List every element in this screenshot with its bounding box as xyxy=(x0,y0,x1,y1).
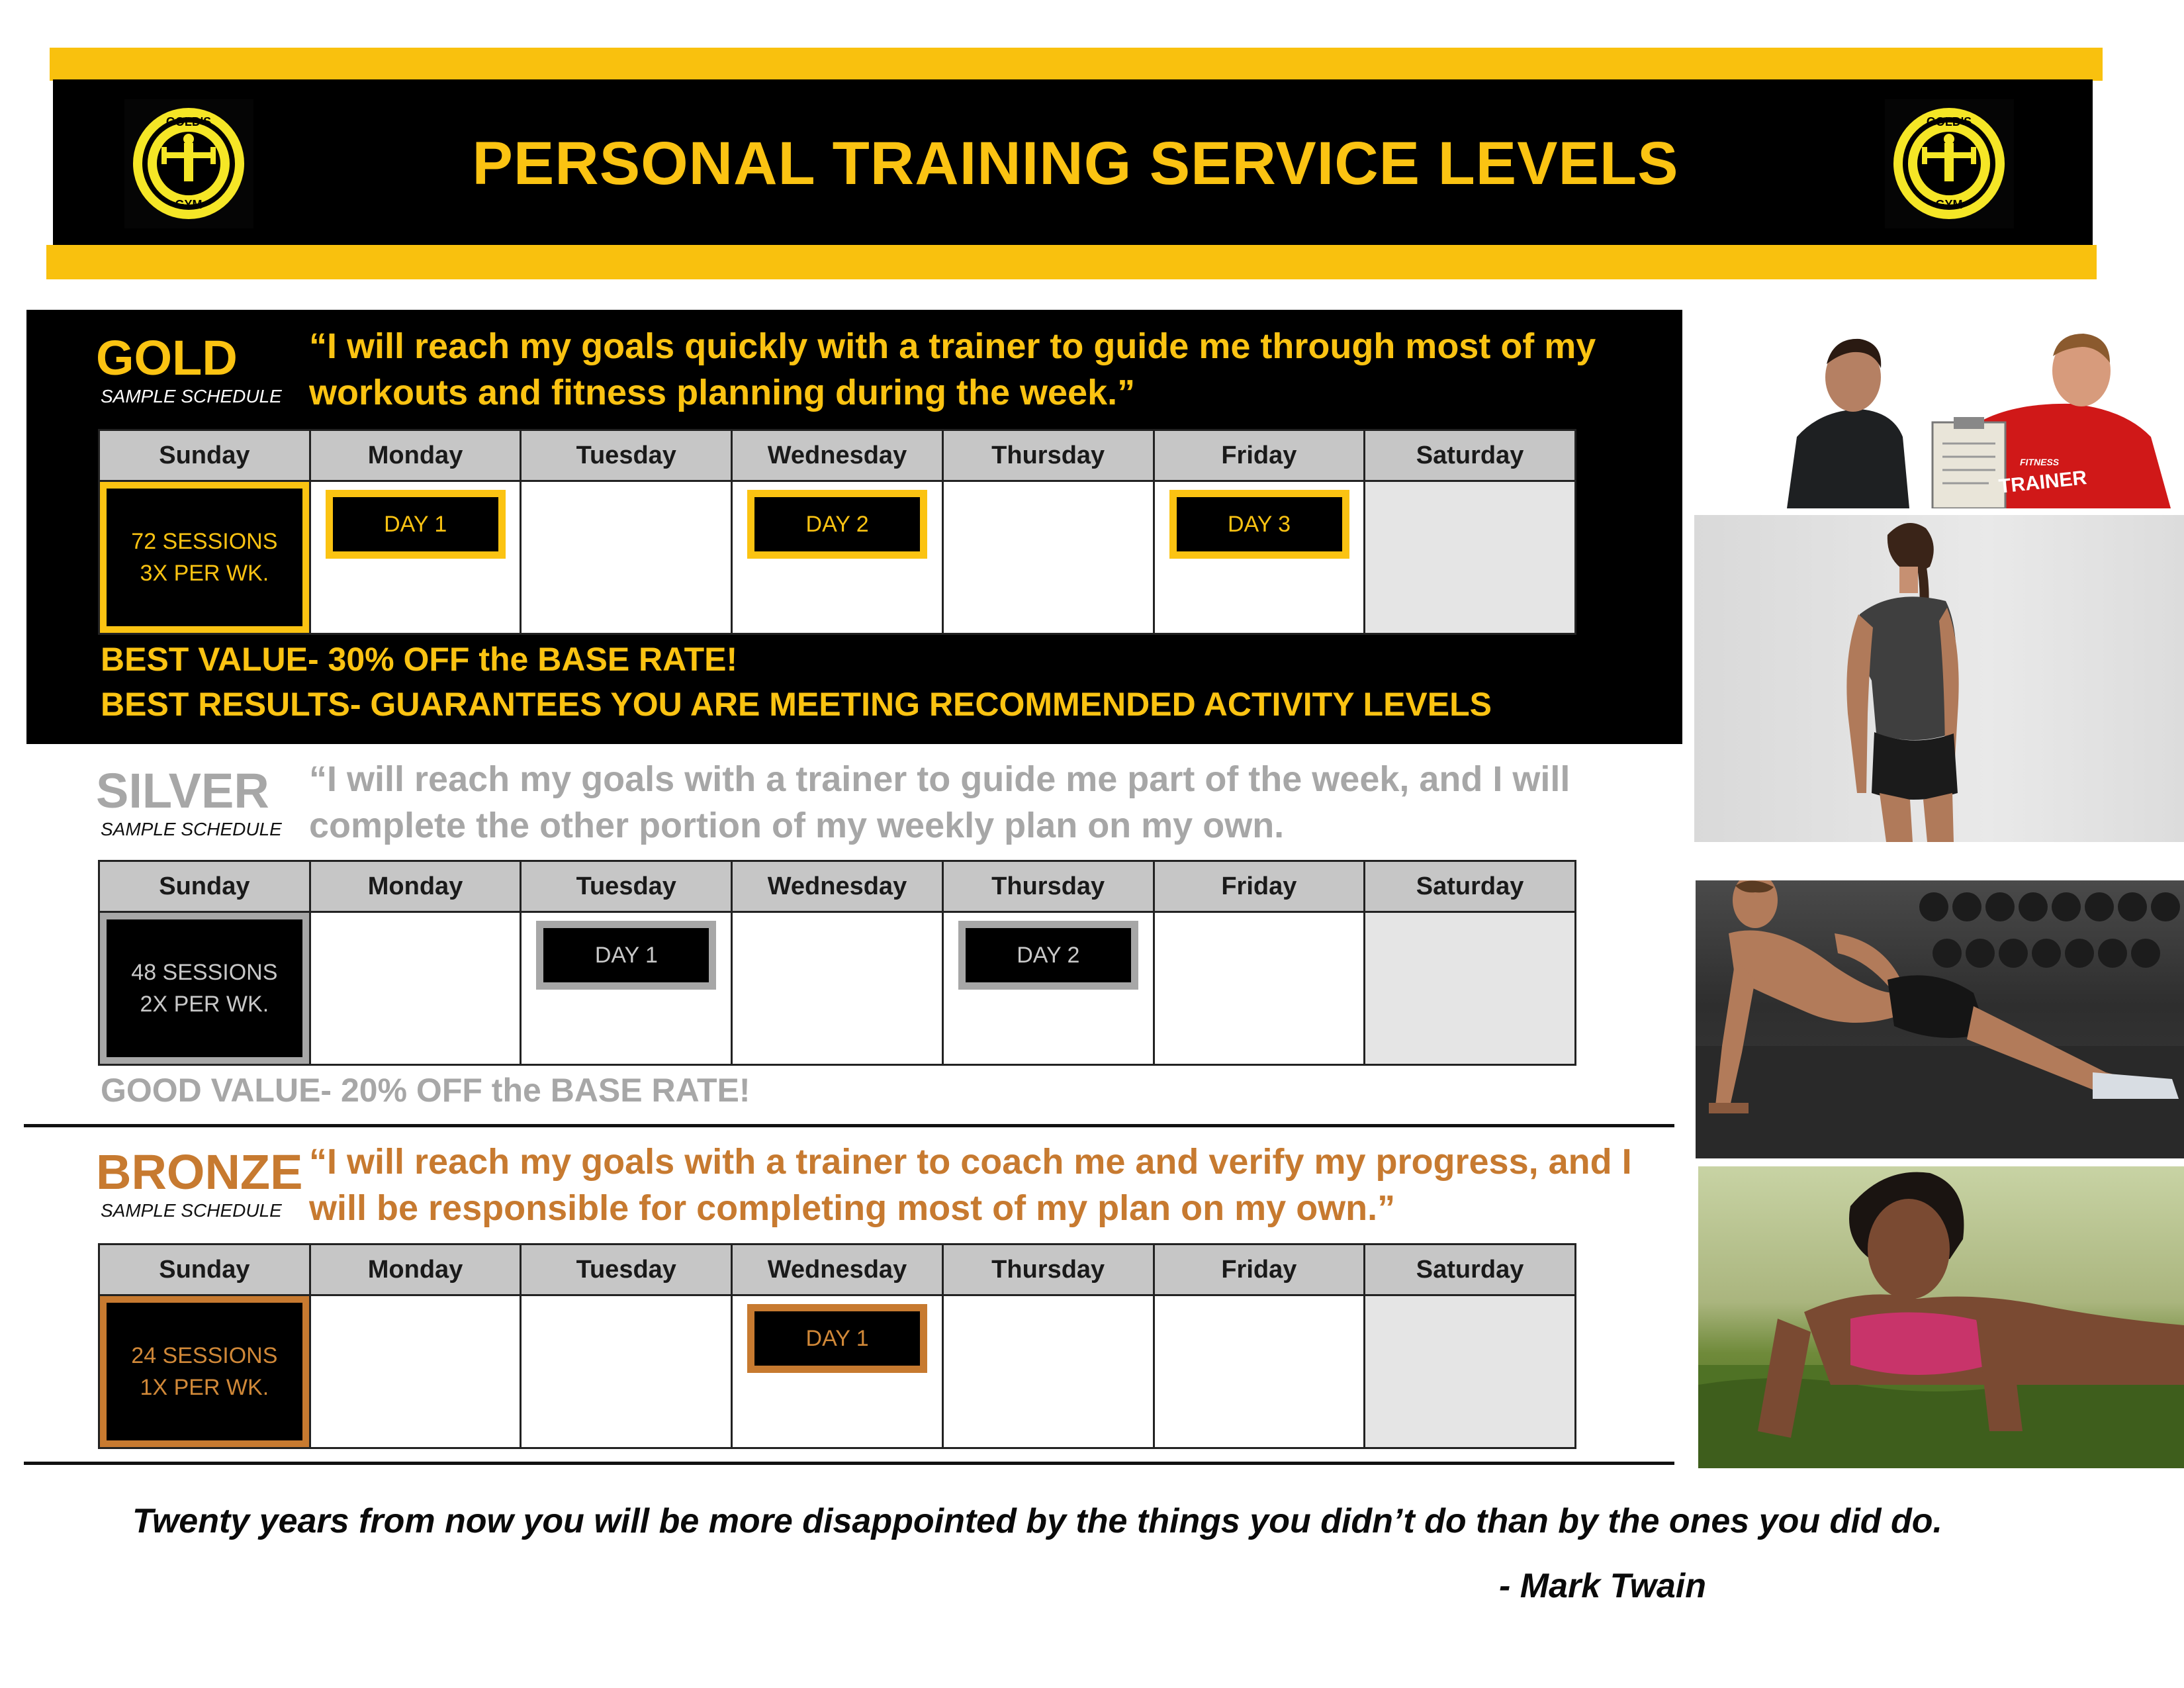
col-sunday: Sunday xyxy=(98,1243,311,1296)
gold-friday-cell: DAY 3 xyxy=(1152,480,1366,635)
gold-saturday-cell xyxy=(1363,480,1576,635)
col-tuesday: Tuesday xyxy=(520,1243,733,1296)
svg-text:GOLD'S: GOLD'S xyxy=(1927,115,1972,128)
gold-day-1-block: DAY 1 xyxy=(325,490,506,559)
col-wednesday: Wednesday xyxy=(731,429,944,482)
golds-gym-logo-left: GOLD'S GYM xyxy=(124,99,253,228)
bronze-day-1-block: DAY 1 xyxy=(747,1304,928,1373)
silver-tuesday-cell: DAY 1 xyxy=(520,911,733,1066)
footer-quote-author: - Mark Twain xyxy=(1499,1567,1707,1605)
col-sunday: Sunday xyxy=(98,860,311,913)
col-thursday: Thursday xyxy=(941,1243,1155,1296)
silver-sample-label: SAMPLE SCHEDULE xyxy=(101,819,282,839)
silver-thursday-cell: DAY 2 xyxy=(941,911,1155,1066)
silver-sessions-count: 48 SESSIONS xyxy=(131,960,278,985)
col-saturday: Saturday xyxy=(1363,1243,1576,1296)
photo-man-side-plank xyxy=(1696,880,2184,1158)
page-title: PERSONAL TRAINING SERVICE LEVELS xyxy=(472,130,1679,197)
col-tuesday: Tuesday xyxy=(520,429,733,482)
silver-wednesday-cell xyxy=(731,911,944,1066)
gold-sessions-frequency: 3X PER WK. xyxy=(140,561,269,586)
bronze-sample-label: SAMPLE SCHEDULE xyxy=(101,1200,282,1221)
svg-text:GOLD'S: GOLD'S xyxy=(166,115,211,128)
col-saturday: Saturday xyxy=(1363,860,1576,913)
col-wednesday: Wednesday xyxy=(731,860,944,913)
col-wednesday: Wednesday xyxy=(731,1243,944,1296)
bronze-quote: “I will reach my goals with a trainer to… xyxy=(309,1142,1632,1228)
bronze-schedule-table: Sunday Monday Tuesday Wednesday Thursday… xyxy=(98,1243,1576,1449)
bronze-sessions-frequency: 1X PER WK. xyxy=(140,1375,269,1400)
silver-day-1-block: DAY 1 xyxy=(536,921,717,990)
golds-gym-logo-right: GOLD'S GYM xyxy=(1885,99,2014,228)
silver-quote: “I will reach my goals with a trainer to… xyxy=(309,759,1570,845)
bronze-friday-cell xyxy=(1152,1294,1366,1449)
col-thursday: Thursday xyxy=(941,860,1155,913)
photo-woman-pushup xyxy=(1698,1166,2184,1468)
gold-wednesday-cell: DAY 2 xyxy=(731,480,944,635)
bronze-saturday-cell xyxy=(1363,1294,1576,1449)
gold-day-3-block: DAY 3 xyxy=(1169,490,1349,559)
bronze-tier-name: BRONZE xyxy=(96,1145,303,1199)
photo-trainer-with-client: FITNESS TRAINER xyxy=(1780,324,2184,508)
silver-schedule-table: Sunday Monday Tuesday Wednesday Thursday… xyxy=(98,860,1576,1066)
gold-sessions-box: 72 SESSIONS 3X PER WK. xyxy=(100,482,309,633)
col-monday: Monday xyxy=(308,860,522,913)
col-thursday: Thursday xyxy=(941,429,1155,482)
gold-tuesday-cell xyxy=(520,480,733,635)
bronze-sessions-count: 24 SESSIONS xyxy=(131,1343,278,1368)
col-monday: Monday xyxy=(308,429,522,482)
svg-text:GYM: GYM xyxy=(1935,198,1962,211)
silver-divider xyxy=(24,1124,1674,1127)
silver-day-2-block: DAY 2 xyxy=(958,921,1138,990)
gold-sample-label: SAMPLE SCHEDULE xyxy=(101,386,282,406)
header-bottom-bar xyxy=(46,245,2097,279)
gold-sessions-count: 72 SESSIONS xyxy=(131,529,278,554)
bronze-sunday-cell: 24 SESSIONS 1X PER WK. xyxy=(98,1294,311,1449)
col-monday: Monday xyxy=(308,1243,522,1296)
silver-sessions-frequency: 2X PER WK. xyxy=(140,992,269,1017)
col-tuesday: Tuesday xyxy=(520,860,733,913)
gold-quote: “I will reach my goals quickly with a tr… xyxy=(309,326,1596,412)
gold-schedule-table: Sunday Monday Tuesday Wednesday Thursday… xyxy=(98,429,1576,635)
silver-friday-cell xyxy=(1152,911,1366,1066)
bronze-divider xyxy=(24,1462,1674,1465)
silver-tier-name: SILVER xyxy=(96,763,269,818)
gold-thursday-cell xyxy=(941,480,1155,635)
silver-sunday-cell: 48 SESSIONS 2X PER WK. xyxy=(98,911,311,1066)
gold-results-note: BEST RESULTS- GUARANTEES YOU ARE MEETING… xyxy=(101,686,1492,723)
header-top-bar xyxy=(50,48,2103,81)
gold-monday-cell: DAY 1 xyxy=(308,480,522,635)
bronze-sessions-box: 24 SESSIONS 1X PER WK. xyxy=(100,1296,309,1447)
bronze-tuesday-cell xyxy=(520,1294,733,1449)
col-friday: Friday xyxy=(1152,1243,1366,1296)
gold-day-2-block: DAY 2 xyxy=(747,490,928,559)
fitness-badge-small: FITNESS xyxy=(2020,457,2060,467)
bronze-thursday-cell xyxy=(941,1294,1155,1449)
gold-sunday-cell: 72 SESSIONS 3X PER WK. xyxy=(98,480,311,635)
svg-text:GYM: GYM xyxy=(175,198,202,211)
footer-quote: Twenty years from now you will be more d… xyxy=(132,1502,1942,1540)
silver-saturday-cell xyxy=(1363,911,1576,1066)
col-friday: Friday xyxy=(1152,429,1366,482)
silver-sessions-box: 48 SESSIONS 2X PER WK. xyxy=(100,913,309,1064)
silver-monday-cell xyxy=(308,911,522,1066)
photo-woman-athlete xyxy=(1694,515,2184,842)
gold-tier-name: GOLD xyxy=(96,330,238,385)
col-saturday: Saturday xyxy=(1363,429,1576,482)
bronze-monday-cell xyxy=(308,1294,522,1449)
silver-value-note: GOOD VALUE- 20% OFF the BASE RATE! xyxy=(101,1072,751,1109)
gold-value-note: BEST VALUE- 30% OFF the BASE RATE! xyxy=(101,641,738,678)
bronze-wednesday-cell: DAY 1 xyxy=(731,1294,944,1449)
col-friday: Friday xyxy=(1152,860,1366,913)
col-sunday: Sunday xyxy=(98,429,311,482)
